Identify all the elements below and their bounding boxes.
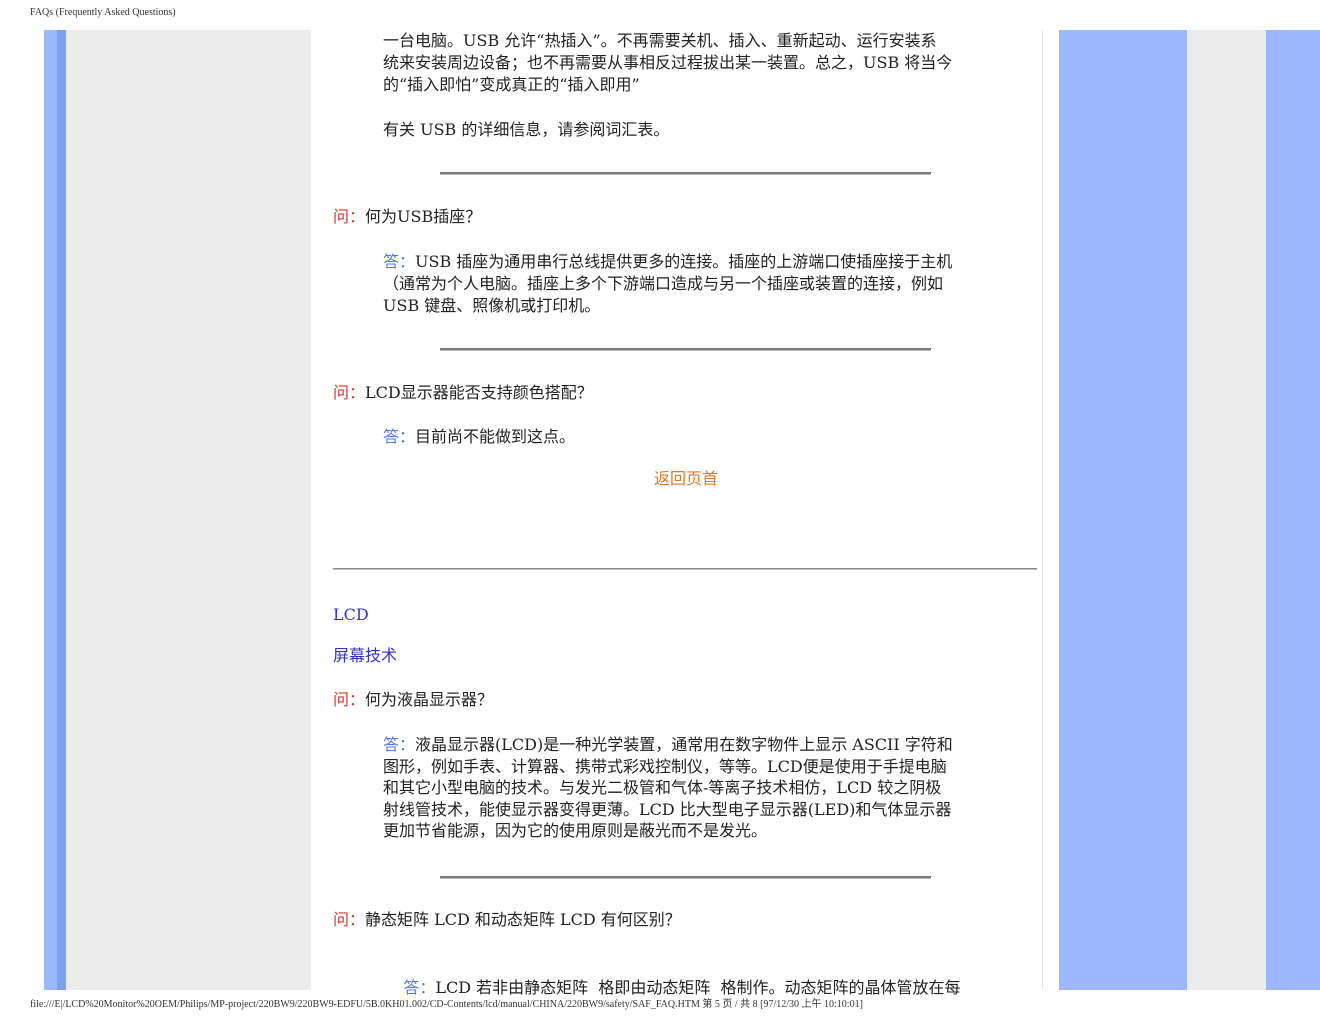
- answer-color-matching: 答：目前尚不能做到这点。: [383, 426, 575, 448]
- content-divider: [1042, 30, 1043, 990]
- question-text: 何为液晶显示器？: [365, 690, 494, 709]
- answer-line: 射线管技术，能使显示器变得更薄。LCD 比大型电子显示器(LED)和气体显示器: [383, 799, 952, 819]
- page-footer: file:///E|/LCD%20Monitor%20OEM/Philips/M…: [30, 999, 863, 1010]
- question-text: LCD显示器能否支持颜色搭配？: [365, 383, 593, 402]
- answer-usb-hub: 答：USB 插座为通用串行总线提供更多的连接。插座的上游端口使插座接于主机 （通…: [383, 251, 952, 317]
- answer-line: 更加节省能源，因为它的使用原则是蔽光而不是发光。: [383, 821, 768, 840]
- section-title-lcd: LCD: [333, 605, 369, 624]
- right-border-stripe: [1059, 30, 1187, 990]
- answer-line: 统来安装周边设备；也不再需要从事相反过程拔出某一装置。总之，USB 将当今: [383, 53, 953, 72]
- answer-line: 一台电脑。USB 允许“热插入”。不再需要关机、插入、重新起动、运行安装系: [383, 31, 937, 50]
- section-separator: [333, 568, 1037, 570]
- separator: [440, 876, 931, 879]
- answer-what-is-lcd: 答：液晶显示器(LCD)是一种光学装置，通常用在数字物件上显示 ASCII 字符…: [383, 734, 953, 842]
- right-sidebar: [1187, 30, 1266, 990]
- answer-label: 答：: [383, 252, 416, 271]
- separator: [440, 172, 931, 175]
- answer-line: 液晶显示器(LCD)是一种光学装置，通常用在数字物件上显示 ASCII 字符和: [415, 735, 953, 754]
- question-label: 问：: [333, 383, 366, 402]
- usb-glossary-note: 有关 USB 的详细信息，请参阅词汇表。: [383, 120, 670, 139]
- question-usb-hub: 问：何为USB插座？: [333, 206, 481, 228]
- question-what-is-lcd: 问：何为液晶显示器？: [333, 689, 493, 711]
- answer-label: 答：: [383, 735, 416, 754]
- answer-text: 目前尚不能做到这点。: [415, 427, 576, 446]
- page-header: FAQs (Frequently Asked Questions): [30, 7, 176, 18]
- answer-line: USB 键盘、照像机或打印机。: [383, 296, 601, 315]
- question-text: 静态矩阵 LCD 和动态矩阵 LCD 有何区别？: [365, 910, 681, 929]
- left-sidebar: [66, 30, 311, 990]
- answer-line: 和其它小型电脑的技术。与发光二极管和气体-等离子技术相仿，LCD 较之阴极: [383, 778, 942, 797]
- answer-line: 的“插入即怕”变成真正的“插入即用”: [383, 75, 640, 94]
- left-accent-stripe: [57, 30, 66, 990]
- section-title-screen-tech: 屏幕技术: [333, 646, 398, 665]
- back-to-top-link[interactable]: 返回页首: [654, 468, 718, 490]
- question-color-matching: 问：LCD显示器能否支持颜色搭配？: [333, 382, 593, 404]
- usb-answer-continued: 一台电脑。USB 允许“热插入”。不再需要关机、插入、重新起动、运行安装系 统来…: [383, 30, 952, 96]
- answer-static-vs-active: 答：LCD 若非由静态矩阵 格即由动态矩阵 格制作。动态矩阵的晶体管放在每: [383, 955, 960, 1021]
- left-border-stripe: [44, 30, 57, 990]
- answer-label: 答：: [383, 427, 416, 446]
- question-text: 何为USB插座？: [365, 207, 482, 226]
- right-edge-stripe: [1266, 30, 1320, 990]
- faq-content: 一台电脑。USB 允许“热插入”。不再需要关机、插入、重新起动、运行安装系 统来…: [333, 30, 1038, 997]
- answer-line: （通常为个人电脑。插座上多个下游端口造成与另一个插座或装置的连接，例如: [383, 274, 944, 293]
- separator: [440, 348, 931, 351]
- question-static-vs-active: 问：静态矩阵 LCD 和动态矩阵 LCD 有何区别？: [333, 909, 681, 931]
- question-label: 问：: [333, 910, 366, 929]
- answer-line: USB 插座为通用串行总线提供更多的连接。插座的上游端口使插座接于主机: [415, 252, 953, 271]
- question-label: 问：: [333, 690, 366, 709]
- answer-line: 图形，例如手表、计算器、携带式彩戏控制仪，等等。LCD便是使用于手提电脑: [383, 756, 947, 776]
- question-label: 问：: [333, 207, 366, 226]
